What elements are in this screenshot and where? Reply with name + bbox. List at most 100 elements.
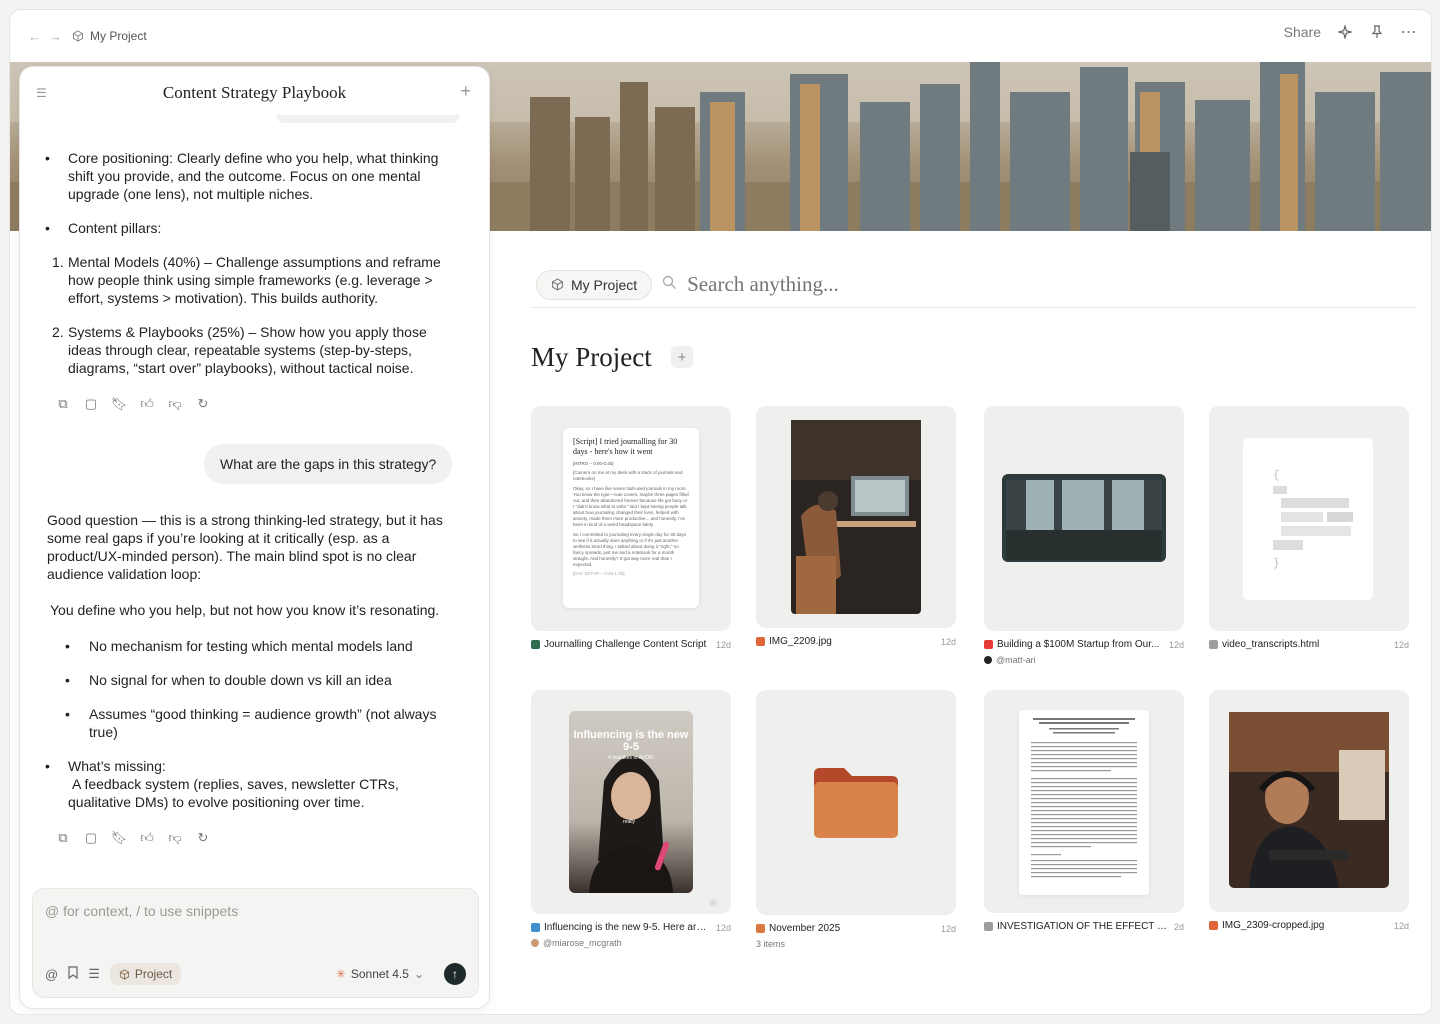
avatar [984,656,992,664]
bookmark-icon[interactable]: 🔖︎ [111,396,128,411]
instagram-file-icon [531,923,540,932]
cube-icon [73,30,83,42]
avatar [531,939,539,947]
note-icon[interactable]: ▢ [84,830,98,845]
chat-panel: ☰ Content Strategy Playbook + • Core pos… [19,66,490,1009]
photo-headphones [1229,712,1389,888]
document-preview: [Script] I tried journalling for 30 days… [563,428,699,608]
photo-desk-night [791,420,921,614]
thumbs-up-icon[interactable]: 👍︎ [140,396,154,411]
thumbs-up-icon[interactable]: 👍︎ [140,830,154,845]
overlay-subtitle: 4 mistakes to AVOID [608,755,654,761]
file-name: Influencing is the new 9-5. Here are... [544,922,710,933]
retry-icon[interactable]: ↻ [196,396,210,411]
top-actions: Share ⋯ [1284,24,1417,41]
bookmark-icon[interactable] [68,966,78,982]
video-thumbnail [1002,474,1166,562]
code-file-preview: { } [1243,438,1373,600]
file-author: @miarose_mcgrath [543,938,622,948]
file-card[interactable]: Influencing is the new 9-5 4 mistakes to… [531,690,731,948]
file-card[interactable]: IMG_2209.jpg 12d [756,406,956,647]
pdf-file-icon [984,922,993,931]
html-file-icon [1209,640,1218,649]
assistant-paragraph: You define who you help, but not how you… [50,602,440,618]
history-list-icon[interactable]: ☰ [36,86,47,100]
assistant-bullet: • What’s missing: A feedback system (rep… [45,758,399,810]
numbered-item: 1. Mental Models (40%) – Challenge assum… [52,254,441,306]
file-thumbnail: [Script] I tried journalling for 30 days… [531,406,731,631]
file-thumbnail [984,690,1184,913]
file-name: Journalling Challenge Content Script [544,639,707,650]
nav-arrows: ← → [28,29,62,44]
folder-item-count: 3 items [756,939,786,949]
breadcrumb[interactable]: My Project [72,29,147,43]
breadcrumb-project: My Project [90,29,147,43]
assistant-bullet: • Core positioning: Clearly define who y… [45,150,439,202]
folder-icon [814,768,898,838]
top-bar: ← → My Project Share ⋯ [10,10,1431,62]
folder-card[interactable]: November 2025 12d 3 items [756,690,956,949]
assistant-paragraph: Good question — this is a strong thinkin… [47,512,443,582]
doc-file-icon [531,640,540,649]
file-age: 12d [1393,639,1409,650]
numbered-item: 2. Systems & Playbooks (25%) – Show how … [52,324,427,376]
project-filter-chip[interactable]: My Project [536,269,653,300]
image-file-icon [1209,921,1218,930]
file-thumbnail: { } [1209,406,1409,631]
sparkle-icon[interactable] [1337,24,1353,40]
file-age: 2d [1173,921,1184,932]
image-file-icon [756,637,765,646]
more-icon[interactable]: ⋯ [1401,24,1417,41]
new-chat-icon[interactable]: + [460,81,471,102]
composer-tools: @ ☰ Project [45,963,182,985]
svg-text:}: } [1273,558,1280,570]
file-age: 12d [940,923,956,934]
user-message: What are the gaps in this strategy? [204,444,453,484]
mention-icon[interactable]: @ [45,967,58,982]
file-card[interactable]: IMG_2309-cropped.jpg 12d [1209,690,1409,931]
back-arrow-icon[interactable]: ← [28,29,41,44]
file-name: Building a $100M Startup from Our... [997,639,1160,650]
folder-thumbnail [756,690,956,915]
bookmark-icon[interactable]: 🔖︎ [111,830,128,845]
file-name: video_transcripts.html [1222,639,1320,650]
assistant-bullet: • Content pillars: [45,220,162,236]
share-button[interactable]: Share [1284,24,1321,40]
pin-icon[interactable] [1369,24,1385,40]
overlay-title: Influencing is the new 9-5 [573,729,689,753]
search-input[interactable] [687,272,1188,297]
send-button[interactable]: ↑ [444,963,466,985]
page-title: My Project [531,342,652,372]
file-card[interactable]: [Script] I tried journalling for 30 days… [531,406,731,650]
overlay-caption: really [623,819,635,825]
file-card[interactable]: { } video_transcripts.html 12d [1209,406,1409,650]
file-thumbnail: Influencing is the new 9-5 4 mistakes to… [531,690,731,914]
retry-icon[interactable]: ↻ [196,830,210,845]
gap-item: • No mechanism for testing which mental m… [65,638,413,654]
file-name: IMG_2309-cropped.jpg [1222,920,1325,931]
file-card[interactable]: INVESTIGATION OF THE EFFECT OF T... 2d [984,690,1184,932]
chat-composer[interactable]: @ for context, / to use snippets @ ☰ Pro… [32,888,479,998]
thumbs-down-icon[interactable]: 👎︎ [168,396,182,411]
gap-item: • No signal for when to double down vs ki… [65,672,392,688]
settings-sliders-icon[interactable]: ☰ [88,966,100,982]
forward-arrow-icon[interactable]: → [49,29,62,44]
project-context-chip[interactable]: Project [109,963,182,985]
file-age: 12d [1168,639,1184,650]
model-selector[interactable]: ✳ Sonnet 4.5 ⌄ [336,967,424,981]
folder-name: November 2025 [769,923,841,934]
add-item-button[interactable]: + [671,346,693,368]
copy-icon[interactable]: ⧉ [56,830,70,845]
youtube-icon [984,640,993,649]
copy-icon[interactable]: ⧉ [56,396,70,411]
thumbs-down-icon[interactable]: 👎︎ [168,830,182,845]
file-card[interactable]: Building a $100M Startup from Our... 12d … [984,406,1184,665]
file-age: 12d [940,636,956,647]
file-author: @matt-ari [996,655,1036,665]
composer-input[interactable]: @ for context, / to use snippets [45,903,238,919]
file-age: 12d [715,922,731,933]
file-thumbnail [756,406,956,628]
note-icon[interactable]: ▢ [84,396,98,411]
app-window: ← → My Project Share ⋯ ☰ Content Strateg… [9,9,1432,1015]
message-actions: ⧉ ▢ 🔖︎ 👍︎ 👎︎ ↻ [56,396,210,411]
